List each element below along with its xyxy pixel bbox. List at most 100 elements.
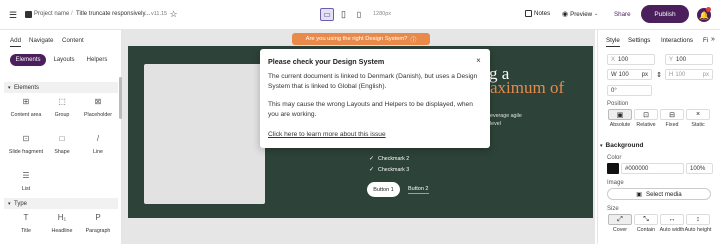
y-input[interactable]: Y 100 <box>665 54 713 65</box>
modal-title: Please check your Design System <box>268 57 385 66</box>
design-system-modal: Please check your Design System × The cu… <box>260 49 490 148</box>
close-icon[interactable]: × <box>474 56 483 65</box>
tab-settings[interactable]: Settings <box>628 37 650 44</box>
element-slide-fragment[interactable]: ⊡ Slide fragment <box>8 135 44 156</box>
tabs-more-icon[interactable]: » <box>711 36 715 43</box>
section-type[interactable]: ▾ Type <box>4 198 118 209</box>
element-title[interactable]: T Title <box>8 213 44 235</box>
element-paragraph[interactable]: P Paragraph <box>80 213 116 235</box>
tab-interactions[interactable]: Interactions <box>661 37 693 44</box>
size-label: Size <box>607 206 619 212</box>
tab-content[interactable]: Content <box>62 37 84 44</box>
select-media-button[interactable]: ▣ Select media <box>607 188 711 200</box>
placeholder-icon: ⊠ <box>94 97 102 106</box>
element-line[interactable]: / Line <box>80 134 116 156</box>
pill-layouts[interactable]: Layouts <box>48 54 80 66</box>
hero-image-placeholder[interactable] <box>144 64 265 204</box>
height-input[interactable]: H 100 px <box>665 69 713 80</box>
size-contain-label: Contain <box>636 227 656 233</box>
eye-icon: ◉ <box>562 11 569 18</box>
hero-heading-line-2[interactable]: aximum of <box>490 78 564 98</box>
desktop-view-icon[interactable]: ▭ <box>320 8 334 21</box>
x-input[interactable]: X 100 <box>607 54 655 65</box>
image-icon: ▣ <box>636 191 642 198</box>
tablet-view-icon[interactable]: ▯ <box>339 9 348 20</box>
background-section-header[interactable]: ▾ Background <box>600 142 643 149</box>
modal-learn-more-link[interactable]: Click here to learn more about this issu… <box>268 131 386 138</box>
breadcrumb-separator: / <box>71 11 73 17</box>
title-label: Title <box>21 228 31 234</box>
size-auto-width-label: Auto width <box>659 227 685 233</box>
element-shape[interactable]: □ Shape <box>44 134 80 156</box>
position-absolute-icon[interactable]: ▣ <box>608 109 632 120</box>
notes-button[interactable]: Notes <box>525 10 550 17</box>
pill-helpers[interactable]: Helpers <box>82 54 112 66</box>
section-elements[interactable]: ▾ Elements <box>4 82 118 93</box>
design-system-warning-banner[interactable]: Are you using the right Design System? ⓘ <box>292 33 430 45</box>
hero-checkmark-item: ✓ Checkmark 3 <box>369 166 409 174</box>
tab-overflow[interactable]: Fi <box>703 37 708 44</box>
shape-icon: □ <box>59 134 65 143</box>
link-dimensions-icon[interactable]: ⇕ <box>655 69 663 80</box>
element-headline[interactable]: H₁ Headline <box>44 213 80 235</box>
rotation-input[interactable]: 0 ° <box>607 85 652 96</box>
size-cover-icon[interactable]: ⤢ <box>608 214 632 225</box>
checkmark-icon: ✓ <box>369 167 375 173</box>
title-icon: T <box>23 213 29 222</box>
w-value: 100 <box>618 71 629 78</box>
background-label: Background <box>605 142 644 149</box>
caret-down-icon: ▾ <box>600 142 603 149</box>
pill-elements[interactable]: Elements <box>10 54 46 66</box>
mobile-view-icon[interactable]: ▯ <box>355 9 363 20</box>
color-swatch[interactable] <box>607 163 619 174</box>
hero-button-2[interactable]: Button 2 <box>408 186 429 194</box>
width-input[interactable]: W 100 px <box>607 69 652 80</box>
select-media-label: Select media <box>645 190 682 198</box>
size-auto-width-icon[interactable]: ↔ <box>660 214 684 225</box>
tab-style[interactable]: Style <box>606 37 620 47</box>
publish-label: Publish <box>654 10 676 18</box>
list-label: List <box>21 186 31 192</box>
tab-navigate[interactable]: Navigate <box>29 37 53 44</box>
size-cover-label: Cover <box>612 227 628 233</box>
breadcrumb-page[interactable]: Title truncate responsively... <box>76 11 150 17</box>
position-fixed-icon[interactable]: ⊟ <box>660 109 684 120</box>
slide-fragment-label: Slide fragment <box>8 149 44 155</box>
notification-dot <box>706 7 711 12</box>
color-hex-value: #000000 <box>625 165 649 172</box>
hero-button-1[interactable]: Button 1 <box>367 182 400 197</box>
paragraph-icon: P <box>95 213 101 222</box>
element-placeholder[interactable]: ⊠ Placeholder <box>80 97 116 119</box>
menu-icon[interactable]: ☰ <box>8 10 18 20</box>
breadcrumb-project[interactable]: Project name <box>34 11 69 17</box>
position-relative-icon[interactable]: ⊡ <box>634 109 658 120</box>
banner-label: Are you using the right Design System? <box>305 36 408 42</box>
modal-paragraph-1: The current document is linked to Denmar… <box>268 73 478 90</box>
hero-button-1-label: Button 1 <box>373 186 394 193</box>
color-label: Color <box>607 155 622 161</box>
group-label: Group <box>54 112 70 118</box>
opacity-input[interactable]: 100% <box>686 163 713 174</box>
image-label: Image <box>607 180 624 186</box>
content-area-icon: ⊞ <box>22 97 30 106</box>
preview-button[interactable]: ◉ Preview ⌄ <box>562 10 598 19</box>
color-hex-input[interactable]: #000000 <box>621 163 684 174</box>
placeholder-label: Placeholder <box>84 112 112 118</box>
size-auto-height-icon[interactable]: ↕ <box>686 214 710 225</box>
element-list[interactable]: ☰ List <box>8 172 44 193</box>
tab-add[interactable]: Add <box>10 37 22 47</box>
element-content-area[interactable]: ⊞ Content area <box>8 97 44 119</box>
pill-elements-label: Elements <box>15 57 41 63</box>
line-icon: / <box>96 134 100 143</box>
element-group[interactable]: ⬚ Group <box>44 98 80 119</box>
publish-button[interactable]: Publish <box>641 5 689 23</box>
share-button[interactable]: Share <box>614 11 631 18</box>
position-label: Position <box>607 101 629 107</box>
star-icon[interactable]: ☆ <box>168 9 179 20</box>
size-contain-icon[interactable]: ⤡ <box>634 214 658 225</box>
position-static-icon[interactable]: × <box>686 109 710 120</box>
headline-icon: H₁ <box>57 213 67 222</box>
rotation-unit: ° <box>614 87 617 94</box>
caret-down-icon: ▾ <box>8 200 11 207</box>
content-area-label: Content area <box>10 112 42 118</box>
